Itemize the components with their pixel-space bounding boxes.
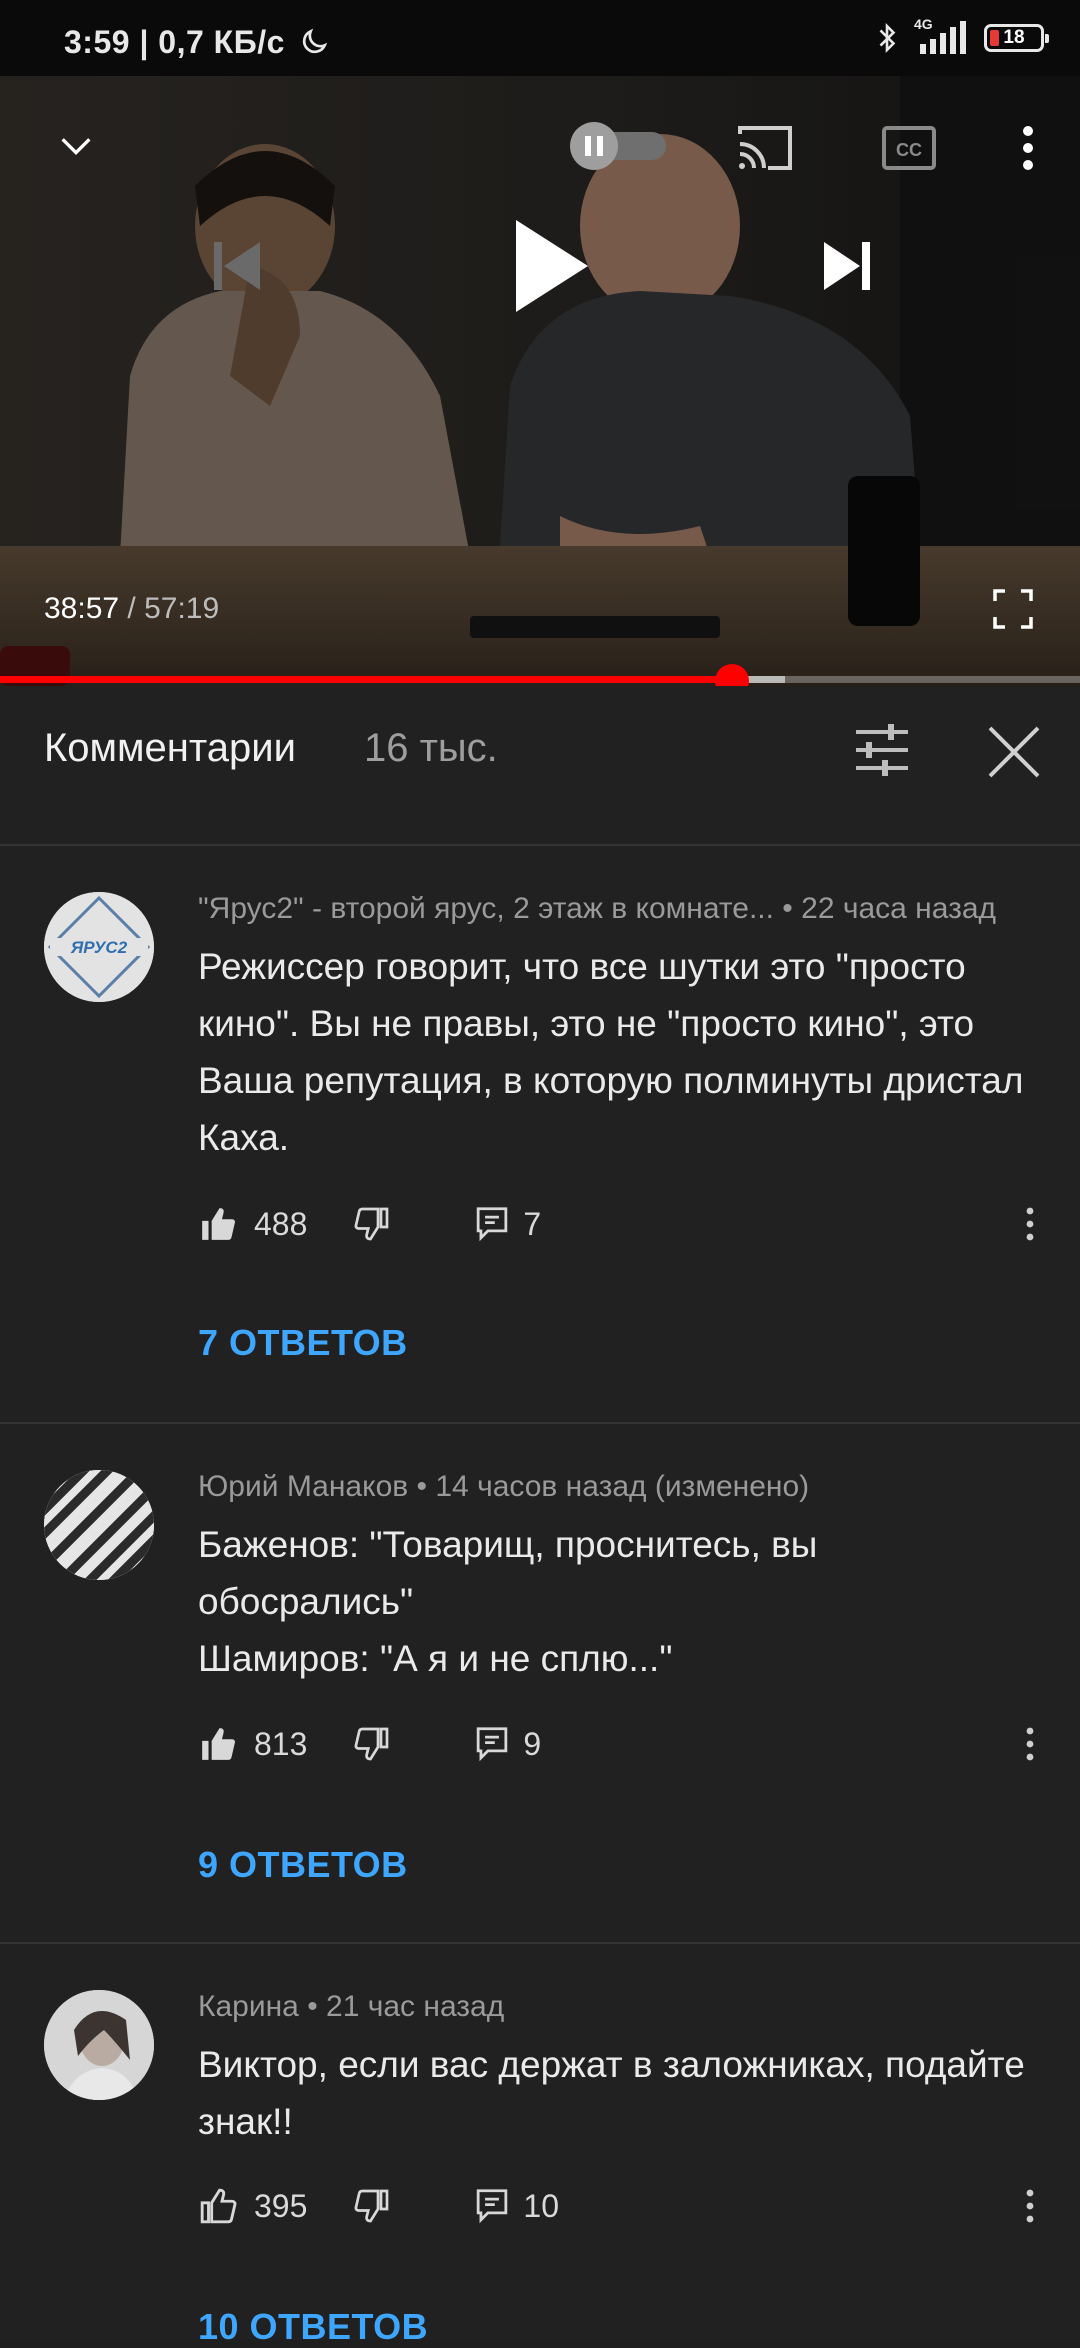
previous-button[interactable] <box>196 216 276 316</box>
view-replies-link[interactable]: 7 ОТВЕТОВ <box>198 1322 408 1364</box>
view-replies-link[interactable]: 10 ОТВЕТОВ <box>198 2306 428 2348</box>
reply-count: 10 <box>523 2187 559 2224</box>
like-button[interactable]: 488 <box>198 1205 307 1243</box>
reply-button[interactable]: 9 <box>475 1726 541 1763</box>
dislike-button[interactable] <box>353 2188 391 2224</box>
battery-level: 18 <box>1003 27 1025 48</box>
total-time: 57:19 <box>144 592 220 625</box>
comment-more-button[interactable] <box>1016 2176 1044 2236</box>
view-replies-link[interactable]: 9 ОТВЕТОВ <box>198 1844 408 1886</box>
chevron-down-icon <box>61 138 91 156</box>
close-comments-button[interactable] <box>982 720 1046 784</box>
reply-icon <box>477 1727 508 1762</box>
reply-button[interactable]: 7 <box>475 1206 541 1243</box>
dislike-button[interactable] <box>353 1726 391 1762</box>
tune-icon <box>856 724 908 776</box>
comment-actions: 395 10 <box>198 2176 559 2236</box>
fullscreen-button[interactable] <box>980 576 1046 642</box>
more-vert-icon <box>1026 2189 1034 2223</box>
like-count: 395 <box>254 2187 308 2224</box>
thumbs-down-icon <box>354 1207 389 1241</box>
avatar-stripes-image <box>44 1470 154 1580</box>
signal-icon: 4G <box>914 16 970 56</box>
avatar[interactable]: ЯРУС2 <box>44 892 154 1002</box>
play-button[interactable] <box>490 196 610 336</box>
player-more-button-2[interactable] <box>1008 116 1048 180</box>
captions-button[interactable]: CC <box>876 116 942 180</box>
channel-logo: ЯРУС2 <box>44 892 154 1002</box>
thumbs-down-icon <box>354 2189 389 2223</box>
time-separator: / <box>119 592 145 625</box>
captions-icon: CC <box>882 126 936 170</box>
dislike-button[interactable] <box>353 1206 391 1242</box>
more-vert-icon <box>1026 1207 1034 1241</box>
like-button[interactable]: 813 <box>198 1725 307 1763</box>
cast-icon <box>738 126 792 170</box>
thumbs-up-filled-icon <box>202 1728 236 1760</box>
reply-count: 9 <box>523 1725 542 1762</box>
sort-button[interactable] <box>852 720 912 780</box>
avatar[interactable] <box>44 1990 154 2100</box>
avatar-photo <box>44 1990 154 2100</box>
reply-count: 7 <box>523 1205 542 1242</box>
reply-icon <box>477 1207 508 1242</box>
comments-header: Комментарии 16 тыс. <box>0 686 1080 846</box>
battery-icon: 18 <box>984 24 1049 52</box>
close-icon <box>988 726 1040 778</box>
thumbs-up-icon <box>200 2188 237 2224</box>
comment-meta: Карина • 21 час назад <box>198 1990 505 2023</box>
cast-button[interactable] <box>732 116 798 180</box>
comment-actions: 488 7 <box>198 1194 541 1254</box>
autoplay-toggle[interactable] <box>566 120 670 172</box>
comment-item: Карина • 21 час назад Виктор, если вас д… <box>0 1944 1080 2347</box>
comment-meta: "Ярус2" - второй ярус, 2 этаж в комнате.… <box>198 892 997 925</box>
video-player[interactable]: CC 38:57 / 57:19 <box>0 76 1080 686</box>
status-icons: 4G 18 <box>874 16 1049 58</box>
comments-title: Комментарии <box>44 726 296 770</box>
progress-played <box>0 676 733 683</box>
time-display: 38:57 / 57:19 <box>44 592 219 626</box>
like-count: 813 <box>254 1725 308 1762</box>
reply-button[interactable]: 10 <box>475 2188 559 2225</box>
bluetooth-icon <box>879 22 896 54</box>
reply-icon <box>477 2189 508 2224</box>
like-count: 488 <box>254 1205 308 1242</box>
more-vert-icon <box>1026 1727 1034 1761</box>
minimize-button[interactable] <box>44 114 108 178</box>
comment-actions: 813 9 <box>198 1714 541 1774</box>
comment-meta: Юрий Манаков • 14 часов назад (изменено) <box>198 1470 810 1503</box>
moon-icon <box>303 28 328 54</box>
thumbs-up-filled-icon <box>202 1208 236 1240</box>
previous-icon <box>214 242 260 290</box>
thumbs-down-icon <box>354 1727 389 1761</box>
comment-item: ЯРУС2 "Ярус2" - второй ярус, 2 этаж в ко… <box>0 846 1080 1424</box>
fullscreen-icon <box>993 589 1033 629</box>
avatar[interactable] <box>44 1470 154 1580</box>
more-vert-icon <box>1023 126 1033 170</box>
comment-text: Виктор, если вас держат в заложниках, по… <box>198 2044 1025 2142</box>
status-time-speed-text: 3:59 | 0,7 КБ/с <box>64 24 285 60</box>
comment-more-button[interactable] <box>1016 1714 1044 1774</box>
status-bar: 3:59 | 0,7 КБ/с 4G 18 <box>0 0 1080 76</box>
svg-text:ЯРУС2: ЯРУС2 <box>70 938 128 957</box>
like-button[interactable]: 395 <box>198 2187 307 2225</box>
progress-bar[interactable] <box>0 676 1080 683</box>
comment-item: Юрий Манаков • 14 часов назад (изменено)… <box>0 1424 1080 1944</box>
status-time-speed: 3:59 | 0,7 КБ/с <box>64 24 330 61</box>
comments-count: 16 тыс. <box>364 726 498 770</box>
current-time: 38:57 <box>44 592 120 625</box>
next-icon <box>824 242 870 290</box>
comment-text: Баженов: "Товарищ, проснитесь, вы обосра… <box>198 1524 818 1679</box>
svg-text:CC: CC <box>896 140 922 160</box>
network-type: 4G <box>914 16 933 32</box>
comment-more-button[interactable] <box>1016 1194 1044 1254</box>
play-icon <box>516 220 588 312</box>
next-button[interactable] <box>808 216 888 316</box>
comment-text: Режиссер говорит, что все шутки это "про… <box>198 946 1024 1158</box>
autoplay-toggle-icon <box>570 122 666 170</box>
